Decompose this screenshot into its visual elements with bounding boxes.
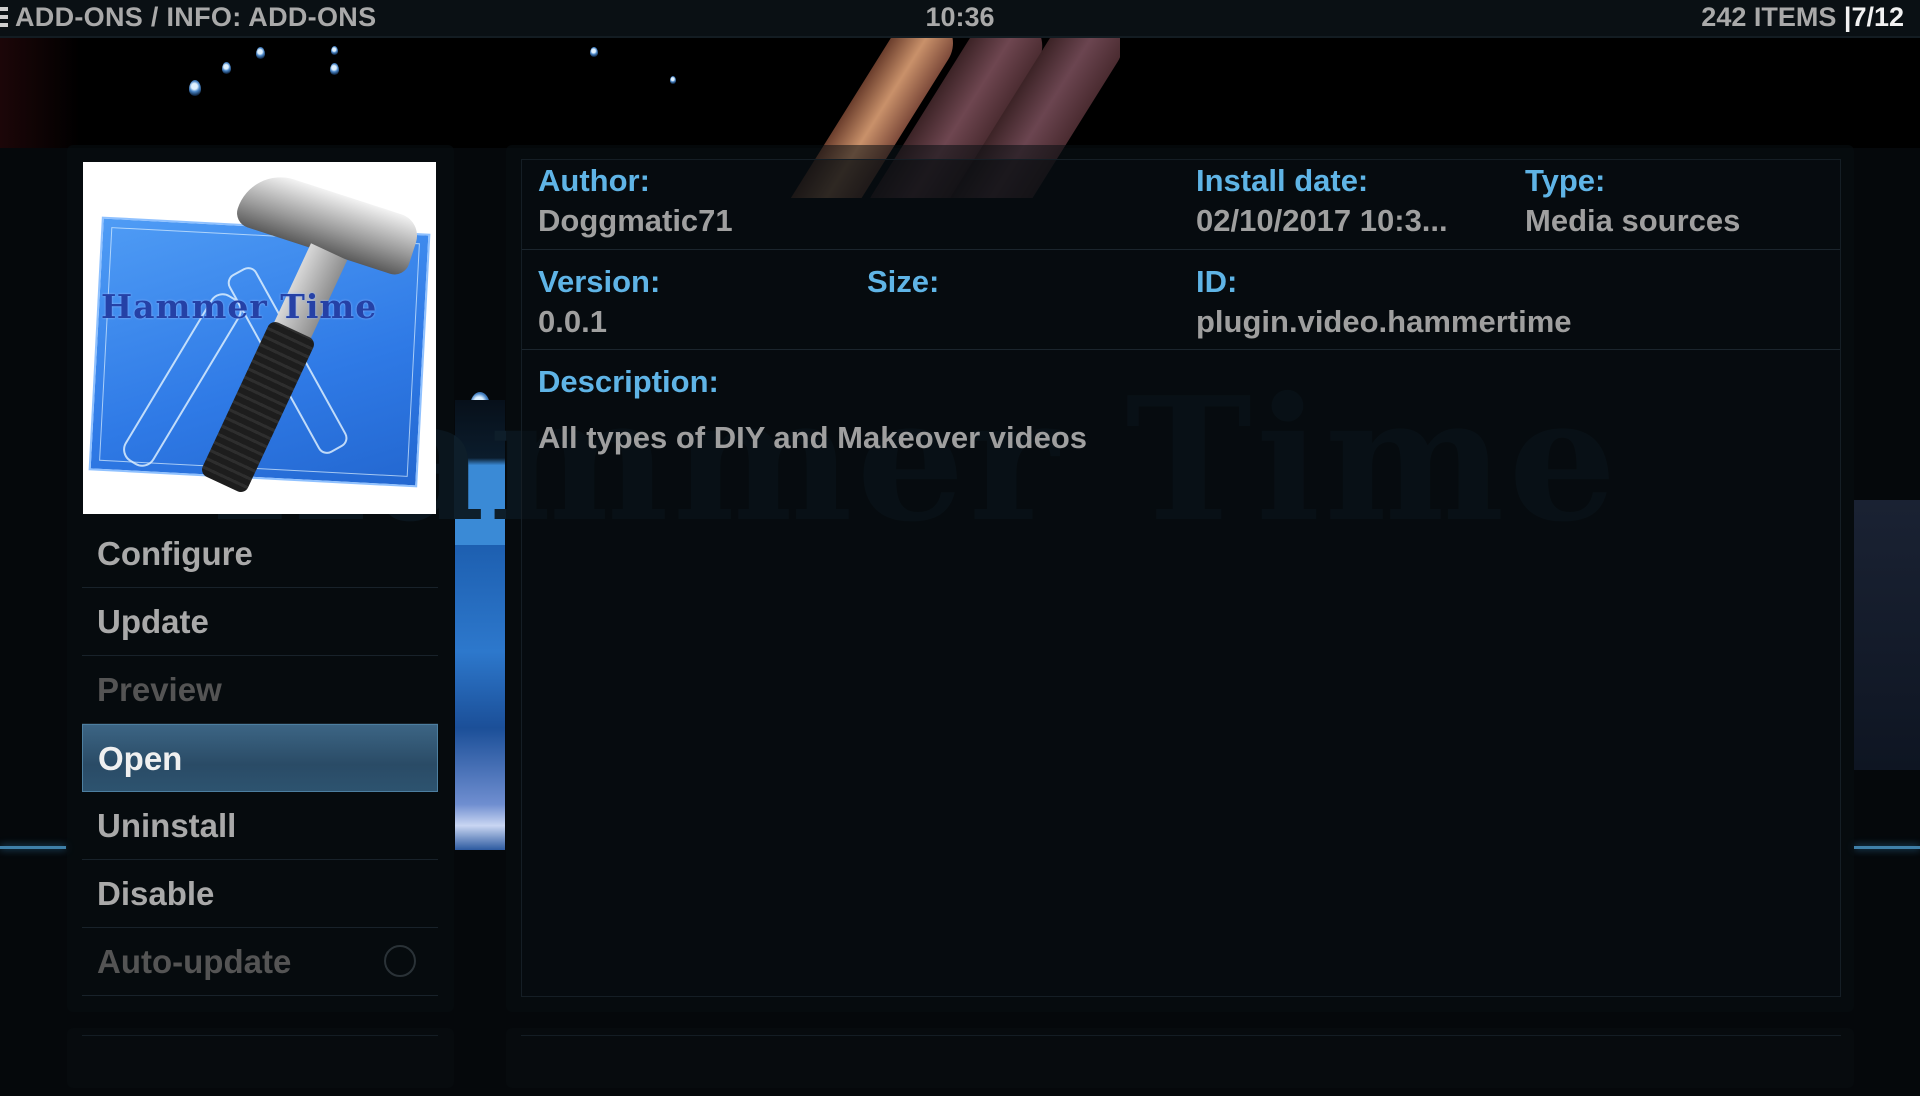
right-lower-panel-inner [521, 1035, 1841, 1096]
id-label: ID: [1196, 264, 1238, 299]
author-value: Doggmatic71 [538, 203, 733, 238]
fanart-right [1854, 500, 1920, 770]
menu-item-label: Auto-update [97, 943, 292, 980]
menu-item-label: Disable [97, 875, 215, 912]
menu-item-label: Preview [97, 671, 222, 708]
water-drop [331, 46, 338, 55]
water-drop [590, 47, 598, 57]
menu-item-label: Update [97, 603, 209, 640]
water-drop [189, 80, 201, 96]
menu-item-auto-update[interactable]: Auto-update [82, 928, 438, 996]
description-value: All types of DIY and Makeover videos [538, 420, 1087, 455]
left-lower-panel-inner [82, 1035, 438, 1096]
author-label: Author: [538, 163, 650, 198]
menu-item-preview[interactable]: Preview [82, 656, 438, 724]
version-field: Version: 0.0.1 [538, 263, 660, 343]
size-label: Size: [867, 264, 940, 299]
install-date-value: 02/10/2017 10:3... [1196, 203, 1448, 238]
version-value: 0.0.1 [538, 304, 607, 339]
item-counter: 242 ITEMS |7/12 [1701, 2, 1904, 33]
water-drop [670, 76, 676, 84]
description-field: Description: All types of DIY and Makeov… [538, 363, 1087, 459]
version-label: Version: [538, 264, 661, 299]
menu-item-label: Open [98, 740, 183, 777]
author-field: Author: Doggmatic71 [538, 162, 733, 242]
menu-item-label: Uninstall [97, 807, 237, 844]
type-label: Type: [1525, 163, 1606, 198]
description-label: Description: [538, 364, 719, 399]
id-field: ID: plugin.video.hammertime [1196, 263, 1572, 343]
auto-update-toggle[interactable] [384, 945, 416, 977]
type-value: Media sources [1525, 203, 1741, 238]
addon-thumbnail: Hammer Time [83, 162, 436, 514]
menu-item-uninstall[interactable]: Uninstall [82, 792, 438, 860]
addon-action-menu: Configure Update Preview Open Uninstall … [82, 520, 438, 996]
menu-item-disable[interactable]: Disable [82, 860, 438, 928]
menu-item-configure[interactable]: Configure [82, 520, 438, 588]
menu-icon[interactable] [0, 7, 8, 29]
addon-info-panel: Author: Doggmatic71 Install date: 02/10/… [521, 159, 1841, 997]
item-count: 242 ITEMS [1701, 2, 1837, 32]
page-indicator: 7/12 [1851, 2, 1904, 32]
accent-line [0, 846, 66, 849]
id-value: plugin.video.hammertime [1196, 304, 1572, 339]
accent-line [1854, 846, 1920, 849]
menu-item-open[interactable]: Open [82, 724, 438, 792]
water-drop [256, 47, 265, 59]
top-bar: ADD-ONS / INFO: ADD-ONS 10:36 242 ITEMS … [0, 0, 1920, 38]
menu-item-label: Configure [97, 535, 253, 572]
thumbnail-title: Hammer Time [101, 287, 378, 326]
size-field: Size: [867, 263, 939, 301]
splash-art [455, 545, 505, 850]
type-field: Type: Media sources [1525, 162, 1740, 242]
water-drop [222, 62, 231, 74]
breadcrumb: ADD-ONS / INFO: ADD-ONS [15, 2, 377, 32]
info-row [522, 249, 1840, 350]
install-date-field: Install date: 02/10/2017 10:3... [1196, 162, 1448, 242]
fanart-red-glow [0, 38, 80, 148]
install-date-label: Install date: [1196, 163, 1369, 198]
water-drop [330, 63, 339, 75]
menu-item-update[interactable]: Update [82, 588, 438, 656]
